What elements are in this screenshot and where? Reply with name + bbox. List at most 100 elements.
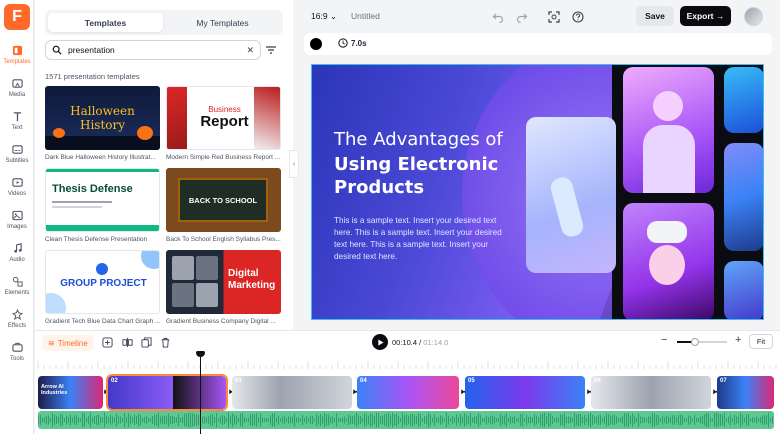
help-icon[interactable]	[571, 10, 584, 23]
waveform-bar	[228, 412, 229, 428]
waveform-bar	[768, 412, 769, 428]
tab-my-templates[interactable]: My Templates	[165, 13, 280, 32]
slide-subtitle[interactable]: Using Electronic Products	[334, 153, 534, 199]
waveform-bar	[396, 413, 397, 427]
undo-icon[interactable]	[491, 10, 504, 23]
waveform-bar	[536, 415, 537, 425]
waveform-bar	[404, 415, 405, 425]
timeline-tab[interactable]: ≋ Timeline	[42, 335, 94, 351]
aspect-ratio-select[interactable]: 16:9 ⌄	[311, 11, 337, 22]
add-clip-icon[interactable]	[101, 336, 113, 348]
playhead[interactable]	[200, 351, 201, 434]
timeline: ≋ Timeline 00:10.4 / 01:14.0 − + Fit Arr…	[35, 330, 780, 434]
waveform-bar	[146, 415, 147, 425]
waveform-bar	[96, 415, 97, 425]
slide-canvas[interactable]: The Advantages of Using Electronic Produ…	[311, 64, 764, 320]
waveform-bar	[724, 413, 725, 427]
waveform-bar	[540, 414, 541, 426]
rail-templates[interactable]: Templates	[0, 42, 34, 75]
timeline-clip[interactable]: Arrow AI Industries	[38, 376, 103, 409]
app-logo[interactable]: F	[4, 4, 30, 30]
collapse-panel-button[interactable]: ‹	[289, 150, 299, 178]
waveform-bar	[240, 413, 241, 427]
tab-templates[interactable]: Templates	[48, 13, 163, 32]
split-icon[interactable]	[121, 336, 133, 348]
rail-elements[interactable]: Elements	[0, 273, 34, 306]
template-card-digital-marketing[interactable]: Digital Marketing	[166, 250, 281, 314]
timeline-clip[interactable]: 03	[232, 376, 352, 409]
waveform-bar	[270, 415, 271, 425]
waveform-bar	[746, 414, 747, 426]
timeline-clip[interactable]: 07	[717, 376, 774, 409]
waveform-bar	[82, 412, 83, 428]
clear-search-icon[interactable]: ✕	[246, 45, 254, 56]
save-button[interactable]: Save	[636, 6, 674, 26]
rail-tools[interactable]: Tools	[0, 339, 34, 372]
screen-record-icon[interactable]	[547, 10, 560, 23]
project-title[interactable]: Untitled	[351, 11, 380, 21]
waveform-bar	[558, 417, 559, 423]
waveform-bar	[280, 418, 281, 422]
timeline-clip[interactable]: 06	[591, 376, 711, 409]
slide-photo-blue-3[interactable]	[724, 261, 763, 319]
waveform-bar	[218, 418, 219, 422]
timeline-clip[interactable]: 04	[357, 376, 459, 409]
template-card-group-project[interactable]: GROUP PROJECT	[45, 250, 160, 314]
search-input[interactable]: presentation	[68, 45, 246, 55]
result-count: 1571 presentation templates	[45, 72, 140, 81]
rail-videos[interactable]: Videos	[0, 174, 34, 207]
template-card-back-to-school[interactable]: BACK TO SCHOOL	[166, 168, 281, 232]
avatar[interactable]	[744, 7, 763, 26]
audio-track[interactable]	[38, 411, 774, 429]
zoom-in-icon[interactable]: +	[735, 334, 741, 346]
waveform-bar	[444, 418, 445, 422]
rail-effects[interactable]: Effects	[0, 306, 34, 339]
slide-duration[interactable]: 7.0s	[338, 38, 367, 48]
background-color-swatch[interactable]	[310, 38, 322, 50]
filter-icon[interactable]	[265, 44, 277, 56]
waveform-bar	[718, 413, 719, 427]
rail-subtitles[interactable]: Subtitles	[0, 141, 34, 174]
slide-photo-blue-2[interactable]	[724, 143, 763, 251]
waveform-bar	[486, 415, 487, 425]
slide-title[interactable]: The Advantages of	[334, 129, 503, 150]
waveform-bar	[166, 415, 167, 425]
waveform-bar	[588, 414, 589, 426]
rail-text[interactable]: Text	[0, 108, 34, 141]
delete-icon[interactable]	[159, 336, 171, 348]
waveform-bar	[210, 414, 211, 426]
waveform-bar	[178, 414, 179, 426]
slide-photo-hand[interactable]	[526, 117, 616, 273]
waveform-bar	[86, 417, 87, 423]
slide-photo-vr-1[interactable]	[623, 67, 714, 193]
export-button[interactable]: Export →	[680, 6, 731, 26]
redo-icon[interactable]	[515, 10, 528, 23]
play-button[interactable]	[372, 334, 388, 350]
rail-media[interactable]: Media	[0, 75, 34, 108]
waveform-bar	[676, 417, 677, 423]
zoom-slider[interactable]	[677, 338, 727, 346]
waveform-bar	[590, 412, 591, 428]
timeline-clip-selected[interactable]: 02	[106, 374, 228, 411]
search-box[interactable]: presentation ✕	[45, 40, 261, 60]
duplicate-icon[interactable]	[140, 336, 152, 348]
zoom-slider-knob[interactable]	[690, 338, 699, 346]
waveform-bar	[440, 415, 441, 425]
fit-button[interactable]: Fit	[749, 334, 773, 349]
waveform-bar	[234, 414, 235, 426]
waveform-bar	[388, 413, 389, 427]
template-card-thesis-defense[interactable]: Thesis Defense	[45, 168, 160, 232]
slide-photo-blue-1[interactable]	[724, 67, 763, 133]
timeline-clip[interactable]: 05	[465, 376, 585, 409]
waveform-bar	[60, 413, 61, 427]
rail-audio[interactable]: Audio	[0, 240, 34, 273]
zoom-out-icon[interactable]: −	[661, 334, 667, 346]
waveform-bar	[348, 414, 349, 426]
template-card-halloween[interactable]: Halloween History	[45, 86, 160, 150]
template-card-business-report[interactable]: Business Report	[166, 86, 281, 150]
slide-body-text[interactable]: This is a sample text. Insert your desir…	[334, 215, 514, 263]
waveform-bar	[134, 414, 135, 426]
slide-photo-vr-2[interactable]	[623, 203, 714, 319]
rail-images[interactable]: Images	[0, 207, 34, 240]
waveform-bar	[420, 414, 421, 426]
